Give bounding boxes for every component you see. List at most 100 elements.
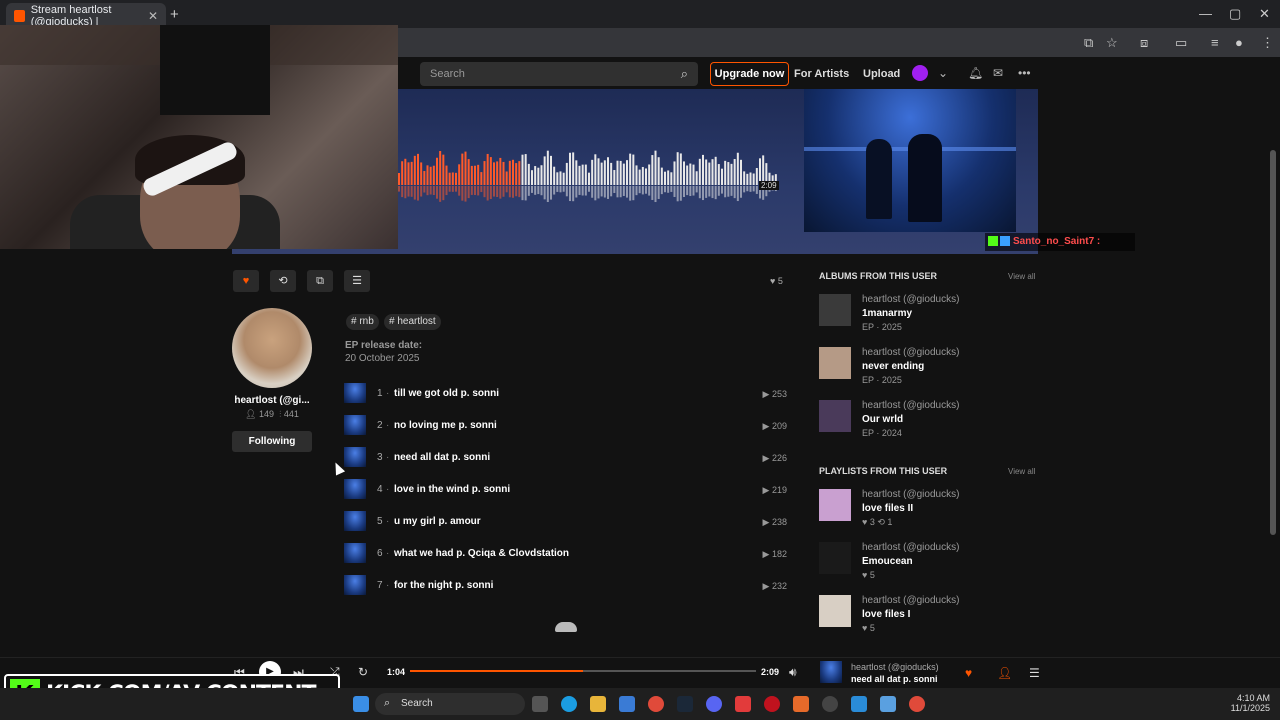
player-like-icon[interactable]: ♥ (965, 666, 972, 680)
upgrade-button[interactable]: Upgrade now (710, 62, 789, 86)
item-title[interactable]: Emoucean (862, 556, 913, 567)
item-artist[interactable]: heartlost (@gioducks) (862, 489, 959, 500)
track-thumbnail[interactable] (344, 383, 366, 403)
opera-icon[interactable] (764, 696, 780, 712)
minimize-icon[interactable]: — (1199, 6, 1212, 21)
queue-icon[interactable]: ☰ (1029, 666, 1040, 680)
taskbar-search[interactable]: ⌕ Search (375, 693, 525, 715)
obs-icon[interactable] (822, 696, 838, 712)
extensions-icon[interactable]: ⧈ (1140, 35, 1148, 51)
track-title[interactable]: u my girl p. amour (394, 516, 481, 527)
repeat-icon[interactable]: ↻ (358, 665, 368, 679)
item-artist[interactable]: heartlost (@gioducks) (862, 400, 959, 411)
media-icon[interactable]: ≡ (1211, 35, 1219, 50)
item-artist[interactable]: heartlost (@gioducks) (862, 595, 959, 606)
track-thumbnail[interactable] (344, 479, 366, 499)
track-thumbnail[interactable] (344, 543, 366, 563)
close-tab-icon[interactable]: ✕ (148, 9, 158, 23)
app-icon-blue[interactable] (851, 696, 867, 712)
steam-icon[interactable] (677, 696, 693, 712)
track-row[interactable]: 6 · what we had p. Qciqa & Clovdstation ▶ 1… (344, 543, 790, 567)
artist-name[interactable]: heartlost (@gi... (232, 395, 312, 406)
tag-heartlost[interactable]: # heartlost (384, 314, 441, 330)
more-options-icon[interactable]: ••• (1018, 66, 1031, 80)
item-title[interactable]: never ending (862, 361, 924, 372)
task-view-icon[interactable] (532, 696, 548, 712)
new-tab-button[interactable]: + (170, 6, 179, 23)
item-title[interactable]: Our wrld (862, 414, 903, 425)
edge-icon[interactable] (561, 696, 577, 712)
chrome-icon[interactable] (648, 696, 664, 712)
store-icon[interactable] (619, 696, 635, 712)
notifications-bell-icon[interactable]: 🔔︎ (968, 66, 983, 80)
search-input[interactable]: Search ⌕ (420, 62, 698, 86)
item-title[interactable]: 1manarmy (862, 308, 912, 319)
artist-avatar[interactable] (232, 308, 312, 388)
item-artist[interactable]: heartlost (@gioducks) (862, 294, 959, 305)
player-artwork[interactable] (820, 661, 842, 683)
track-row[interactable]: 2 · no loving me p. sonni ▶ 209 (344, 415, 790, 439)
track-thumbnail[interactable] (344, 511, 366, 531)
item-thumbnail[interactable] (819, 542, 851, 574)
tag-rnb[interactable]: # rnb (346, 314, 379, 330)
albums-view-all[interactable]: View all (1008, 272, 1035, 281)
album-item[interactable]: heartlost (@gioducks) never ending EP · 20… (819, 347, 1039, 393)
windows-start-icon[interactable] (353, 696, 369, 712)
file-explorer-icon[interactable] (590, 696, 606, 712)
search-icon[interactable]: ⌕ (681, 66, 688, 82)
track-title[interactable]: need all dat p. sonni (394, 452, 490, 463)
chrome-active-icon[interactable] (909, 696, 925, 712)
track-title[interactable]: no loving me p. sonni (394, 420, 497, 431)
sidebar-icon[interactable]: ▭ (1175, 35, 1187, 51)
maximize-icon[interactable]: ▢ (1229, 6, 1241, 22)
discord-icon[interactable] (706, 696, 722, 712)
volume-icon[interactable]: 🔊︎ (789, 665, 797, 680)
for-artists-link[interactable]: For Artists (794, 68, 849, 80)
album-item[interactable]: heartlost (@gioducks) 1manarmy EP · 2025 (819, 294, 1039, 340)
track-row[interactable]: 1 · till we got old p. sonni ▶ 253 (344, 383, 790, 407)
messages-icon[interactable]: ✉ (993, 66, 1003, 80)
track-title[interactable]: love in the wind p. sonni (394, 484, 510, 495)
following-button[interactable]: Following (232, 431, 312, 452)
add-to-queue-button[interactable]: ☰ (344, 270, 370, 292)
fl-studio-icon[interactable] (793, 696, 809, 712)
track-title[interactable]: what we had p. Qciqa & Clovdstation (394, 548, 569, 559)
track-thumbnail[interactable] (344, 415, 366, 435)
taskbar-clock[interactable]: 4:10 AM 11/1/2025 (1226, 693, 1270, 713)
item-artist[interactable]: heartlost (@gioducks) (862, 347, 959, 358)
item-thumbnail[interactable] (819, 595, 851, 627)
player-artist[interactable]: heartlost (@gioducks) (851, 662, 939, 672)
upload-link[interactable]: Upload (863, 68, 900, 80)
install-app-icon[interactable]: ⧉ (1084, 35, 1093, 51)
track-thumbnail[interactable] (344, 575, 366, 595)
browser-menu-icon[interactable]: ⋮ (1261, 35, 1274, 51)
playlist-item[interactable]: heartlost (@gioducks) love files I ♥ 5 (819, 595, 1039, 641)
repost-button[interactable]: ⟲ (270, 270, 296, 292)
close-window-icon[interactable]: ✕ (1259, 6, 1270, 22)
waveform[interactable] (398, 140, 778, 210)
playlist-item[interactable]: heartlost (@gioducks) Emoucean ♥ 5 (819, 542, 1039, 588)
page-scrollbar[interactable] (1270, 150, 1276, 535)
item-thumbnail[interactable] (819, 294, 851, 326)
user-avatar-icon[interactable] (912, 65, 928, 81)
item-title[interactable]: love files II (862, 503, 913, 514)
app-icon-red[interactable] (735, 696, 751, 712)
item-thumbnail[interactable] (819, 489, 851, 521)
chevron-down-icon[interactable]: ⌄ (938, 66, 948, 80)
item-title[interactable]: love files I (862, 609, 910, 620)
track-thumbnail[interactable] (344, 447, 366, 467)
track-title[interactable]: till we got old p. sonni (394, 388, 499, 399)
item-artist[interactable]: heartlost (@gioducks) (862, 542, 959, 553)
track-title[interactable]: for the night p. sonni (394, 580, 493, 591)
like-button[interactable]: ♥ (233, 270, 259, 292)
track-row[interactable]: 4 · love in the wind p. sonni ▶ 219 (344, 479, 790, 503)
playlists-view-all[interactable]: View all (1008, 467, 1035, 476)
copy-link-button[interactable]: ⧉ (307, 270, 333, 292)
profile-icon[interactable]: ● (1235, 35, 1243, 50)
bookmark-star-icon[interactable]: ☆ (1106, 35, 1118, 51)
player-progress[interactable] (410, 670, 756, 672)
track-row[interactable]: 7 · for the night p. sonni ▶ 232 (344, 575, 790, 599)
playlist-item[interactable]: heartlost (@gioducks) love files II ♥ 3 ⟲ … (819, 489, 1039, 535)
item-thumbnail[interactable] (819, 400, 851, 432)
track-row[interactable]: 3 · need all dat p. sonni ▶ 226 (344, 447, 790, 471)
